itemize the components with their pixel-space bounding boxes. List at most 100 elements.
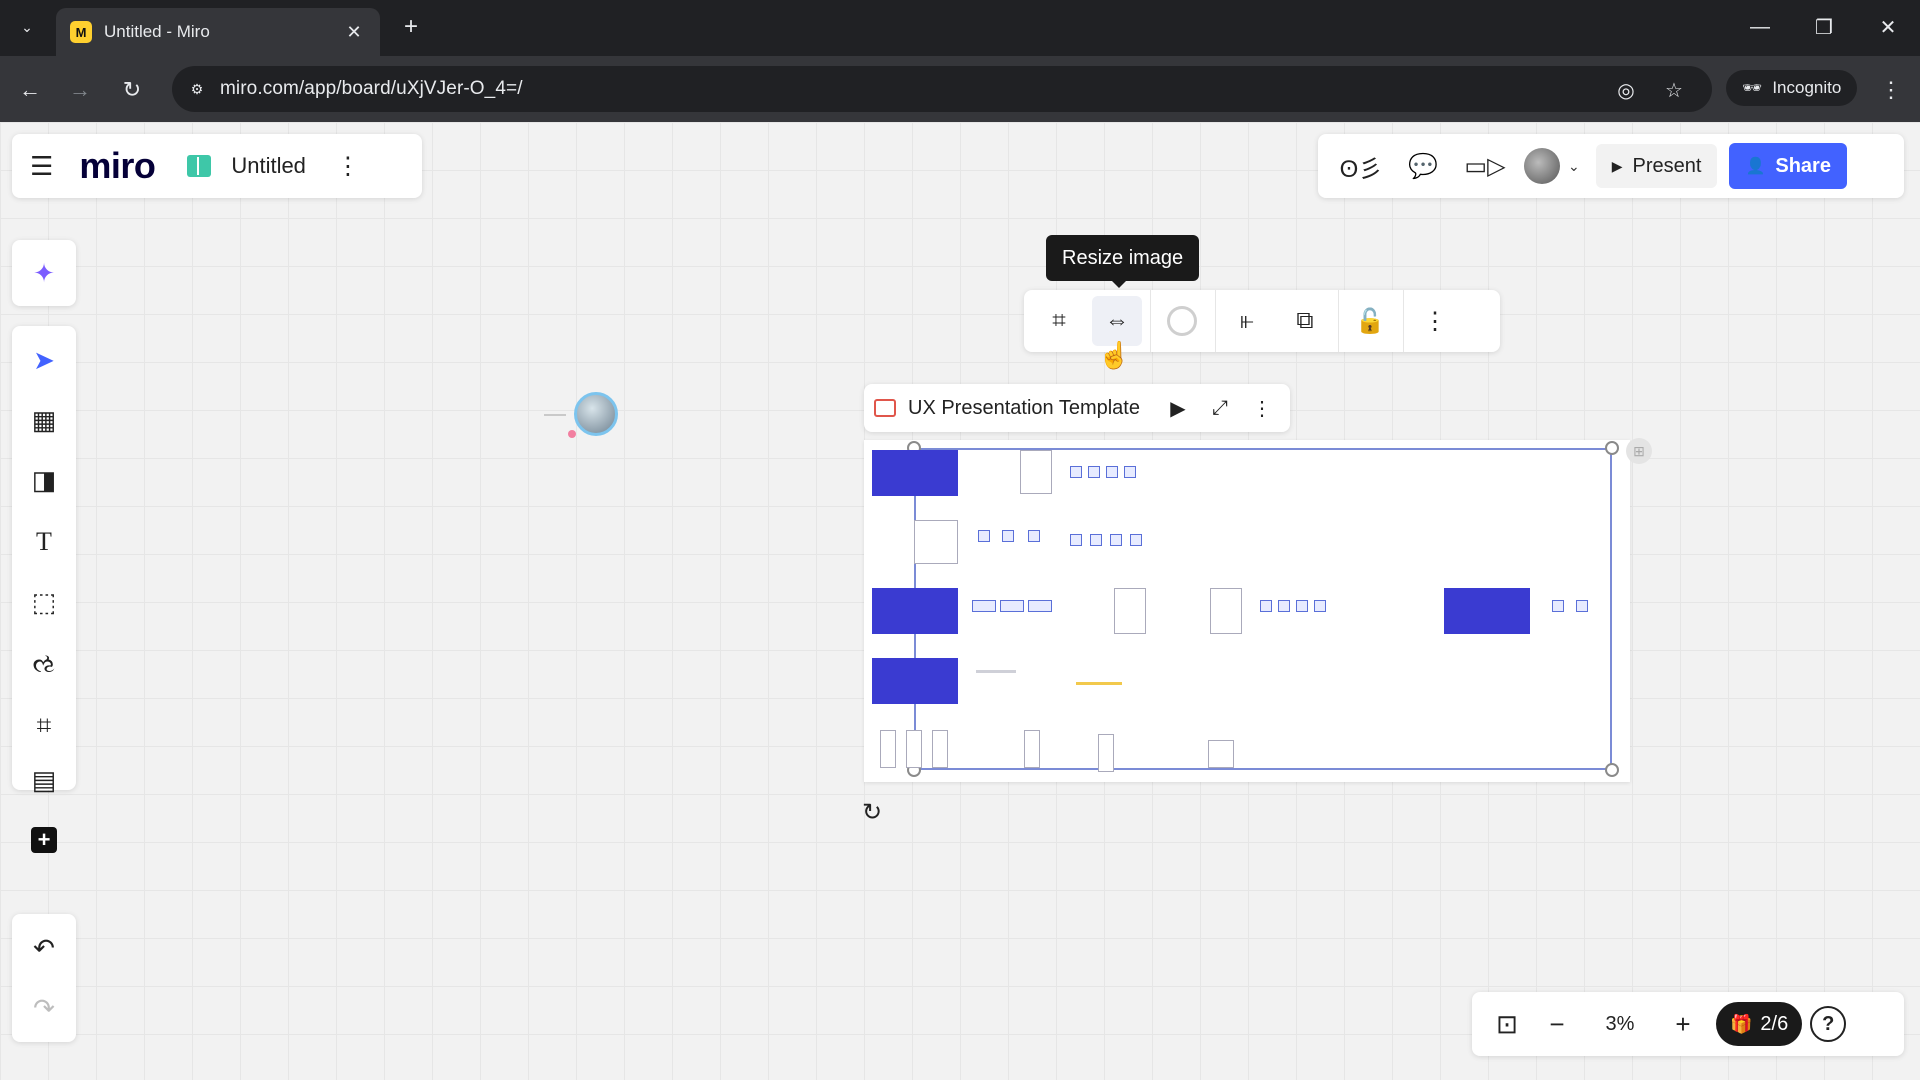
close-icon[interactable]: ✕ bbox=[342, 22, 366, 43]
comments-icon[interactable]: 💬 bbox=[1400, 143, 1446, 189]
main-menu-icon[interactable]: ☰ bbox=[30, 151, 53, 182]
slide-thumbnail bbox=[1124, 466, 1136, 478]
text-tool[interactable]: T bbox=[20, 518, 68, 566]
collaboration-toolbar: ʘ彡 💬 ▭▷ ⌄ ▶ Present 👤 Share bbox=[1318, 134, 1904, 198]
slide-thumbnail bbox=[1260, 600, 1272, 612]
ai-assist-button[interactable]: ✦ bbox=[12, 240, 76, 306]
url-field[interactable]: ⚙ miro.com/app/board/uXjVJer-O_4=/ ◎ ☆ bbox=[172, 66, 1712, 112]
share-button[interactable]: 👤 Share bbox=[1729, 143, 1847, 189]
resize-handle[interactable] bbox=[1605, 763, 1619, 777]
zoom-out-icon[interactable]: − bbox=[1532, 999, 1582, 1049]
creation-toolbar: ➤ ▦ ◨ T ⬚ ઌ ⌗ bbox=[12, 326, 76, 790]
slide-thumbnail bbox=[872, 658, 958, 704]
slide-thumbnail bbox=[932, 730, 948, 768]
replace-image-icon[interactable]: ⧉ bbox=[1280, 296, 1330, 346]
expand-icon[interactable]: ⤢ bbox=[1202, 390, 1238, 426]
share-label: Share bbox=[1775, 154, 1831, 177]
eye-off-icon[interactable]: ◎ bbox=[1612, 76, 1640, 104]
slide-thumbnail bbox=[1000, 600, 1024, 612]
slide-thumbnail bbox=[1076, 682, 1122, 685]
reactions-icon[interactable]: ʘ彡 bbox=[1338, 143, 1384, 189]
crop-icon[interactable]: ⌗ bbox=[1034, 296, 1084, 346]
resize-handle[interactable] bbox=[1605, 441, 1619, 455]
slide-thumbnail bbox=[1208, 740, 1234, 768]
zoom-level[interactable]: 3% bbox=[1582, 1013, 1658, 1036]
slide-thumbnail bbox=[1114, 588, 1146, 634]
star-icon[interactable]: ☆ bbox=[1660, 76, 1688, 104]
slide-thumbnail bbox=[1070, 466, 1082, 478]
slide-thumbnail bbox=[1024, 730, 1040, 768]
back-icon[interactable]: ← bbox=[12, 72, 48, 108]
slide-thumbnail bbox=[1002, 530, 1014, 542]
add-more-tools-button[interactable]: + bbox=[20, 816, 68, 864]
slide-thumbnail bbox=[976, 670, 1016, 673]
sticky-note-tool[interactable]: ◨ bbox=[20, 456, 68, 504]
templates-tool[interactable]: ▦ bbox=[20, 396, 68, 444]
zoom-in-icon[interactable]: + bbox=[1658, 999, 1708, 1049]
slide-thumbnail bbox=[1090, 534, 1102, 546]
board-menu-icon[interactable]: ⋮ bbox=[336, 152, 360, 181]
grid-icon[interactable]: ⊞ bbox=[1626, 438, 1652, 464]
tab-search-button[interactable]: ⌄ bbox=[10, 10, 44, 44]
redo-icon[interactable]: ↷ bbox=[20, 984, 68, 1032]
miro-favicon-icon: M bbox=[70, 21, 92, 43]
board-title[interactable]: Untitled bbox=[231, 153, 306, 179]
slide-thumbnail bbox=[1110, 534, 1122, 546]
frame-title[interactable]: UX Presentation Template bbox=[908, 397, 1154, 420]
slide-thumbnail bbox=[1028, 600, 1052, 612]
apps-progress-button[interactable]: 🎁 2/6 bbox=[1716, 1002, 1803, 1046]
board-icon bbox=[187, 155, 212, 177]
reload-icon[interactable]: ↻ bbox=[114, 72, 150, 108]
table-tool[interactable]: ▤ bbox=[20, 756, 68, 804]
shapes-tool[interactable]: ⬚ bbox=[20, 578, 68, 626]
slide-thumbnail bbox=[1210, 588, 1242, 634]
browser-tab-bar: ⌄ M Untitled - Miro ✕ + — ❐ ✕ bbox=[0, 0, 1920, 56]
help-icon[interactable]: ? bbox=[1810, 1006, 1847, 1042]
slide-thumbnail bbox=[1296, 600, 1308, 612]
collaborators-button[interactable]: ⌄ bbox=[1524, 148, 1580, 184]
fit-to-screen-icon[interactable]: ⊡ bbox=[1482, 999, 1532, 1049]
site-info-icon[interactable]: ⚙ bbox=[182, 74, 212, 104]
more-icon[interactable]: ⋮ bbox=[1244, 390, 1280, 426]
play-icon[interactable]: ▶ bbox=[1160, 390, 1196, 426]
slide-thumbnail bbox=[1020, 450, 1052, 494]
board-canvas[interactable]: ☰ miro Untitled ⋮ ʘ彡 💬 ▭▷ ⌄ ▶ Present 👤 … bbox=[0, 122, 1920, 1080]
slide-thumbnail bbox=[1278, 600, 1290, 612]
pen-tool[interactable]: ઌ bbox=[20, 640, 68, 688]
select-tool[interactable]: ➤ bbox=[20, 336, 68, 384]
video-call-icon[interactable]: ▭▷ bbox=[1462, 143, 1508, 189]
restore-icon[interactable]: ❐ bbox=[1804, 10, 1844, 44]
address-bar-row: ← → ↻ ⚙ miro.com/app/board/uXjVJer-O_4=/… bbox=[0, 56, 1920, 122]
incognito-label: Incognito bbox=[1772, 78, 1842, 97]
play-icon: ▶ bbox=[1611, 157, 1623, 174]
slide-thumbnail bbox=[978, 530, 990, 542]
forward-icon[interactable]: → bbox=[62, 72, 98, 108]
frame-tool[interactable]: ⌗ bbox=[20, 702, 68, 750]
avatar bbox=[1524, 148, 1560, 184]
lock-icon[interactable]: 🔓 bbox=[1345, 296, 1395, 346]
resize-image-icon[interactable]: ⇔ bbox=[1092, 296, 1142, 346]
slide-thumbnail bbox=[1098, 734, 1114, 772]
incognito-badge[interactable]: 🕶 Incognito bbox=[1726, 70, 1858, 106]
border-style-button[interactable] bbox=[1157, 296, 1207, 346]
minimize-icon[interactable]: — bbox=[1740, 10, 1780, 44]
board-header: ☰ miro Untitled ⋮ bbox=[12, 134, 422, 198]
browser-menu-icon[interactable]: ⋮ bbox=[1876, 72, 1906, 108]
rotate-icon[interactable]: ↻ bbox=[862, 798, 882, 827]
miro-logo[interactable]: miro bbox=[79, 145, 156, 187]
divider bbox=[1215, 290, 1216, 352]
present-button[interactable]: ▶ Present bbox=[1595, 144, 1718, 188]
more-icon[interactable]: ⋮ bbox=[1410, 296, 1460, 346]
undo-redo-panel: ↶ ↷ bbox=[12, 914, 76, 1042]
sparkle-icon: ✦ bbox=[33, 257, 55, 288]
align-icon[interactable]: ⫦ bbox=[1222, 296, 1272, 346]
present-label: Present bbox=[1632, 154, 1702, 177]
apps-count: 2/6 bbox=[1760, 1012, 1789, 1035]
context-toolbar: ⌗ ⇔ ⫦ ⧉ 🔓 ⋮ bbox=[1024, 290, 1500, 352]
window-close-icon[interactable]: ✕ bbox=[1868, 10, 1908, 44]
collaborator-avatar[interactable] bbox=[574, 392, 618, 436]
undo-icon[interactable]: ↶ bbox=[20, 924, 68, 972]
new-tab-button[interactable]: + bbox=[396, 12, 426, 42]
tab-title: Untitled - Miro bbox=[104, 22, 210, 41]
browser-tab[interactable]: M Untitled - Miro ✕ bbox=[56, 8, 380, 56]
